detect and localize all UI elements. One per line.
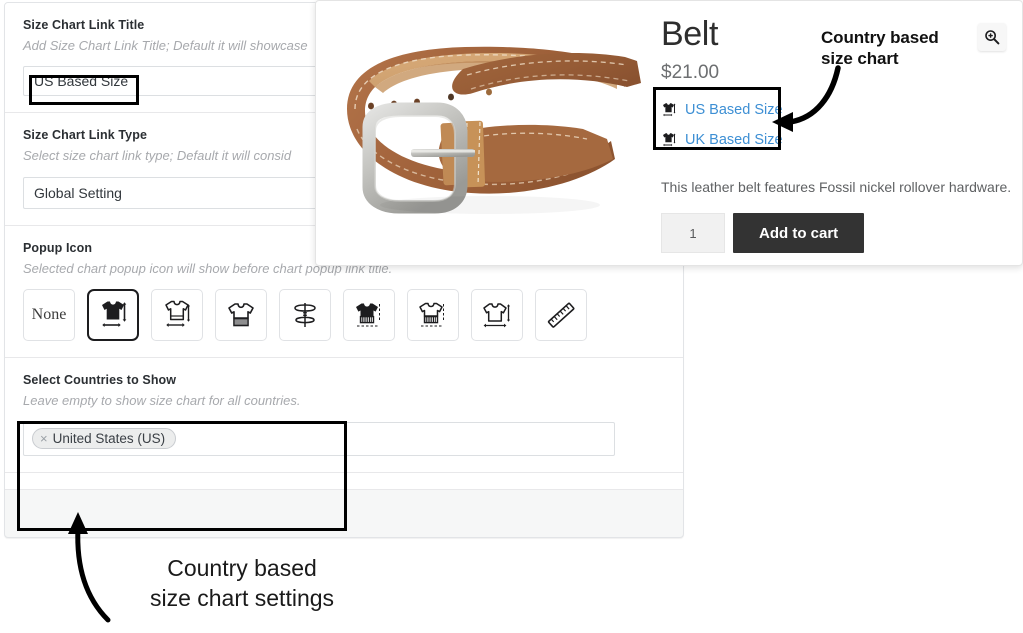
field-row-empty: [5, 472, 683, 490]
popup-icon-option-tshirt-filled-ruler[interactable]: [343, 289, 395, 342]
popup-icon-option-tshirt-tape[interactable]: [215, 289, 267, 342]
tshirt-arrows-icon: [483, 303, 511, 328]
measuring-tape-icon: [294, 303, 316, 328]
tshirt-outline-ruler-icon: [419, 303, 444, 327]
popup-icon-option-tshirt-filled-measure[interactable]: [87, 289, 139, 342]
product-description: This leather belt features Fossil nickel…: [661, 179, 1012, 195]
popup-icon-option-tshirt-arrows[interactable]: [471, 289, 523, 342]
popup-icon-option-tshirt-outline-ruler[interactable]: [407, 289, 459, 342]
purchase-row: 1 Add to cart: [661, 213, 1013, 254]
tshirt-filled-ruler-icon: [356, 303, 380, 327]
none-icon: None: [31, 306, 67, 324]
annotation-arrow-bottom: [75, 525, 111, 623]
size-chart-link-label[interactable]: US Based Size: [685, 102, 783, 118]
annotation-label-top: Country based size chart: [821, 28, 939, 69]
add-to-cart-button[interactable]: Add to cart: [733, 213, 865, 254]
size-chart-link-us[interactable]: US Based Size: [661, 95, 1013, 125]
annotation-top-line1: Country based: [821, 28, 939, 47]
popup-icon-picker: None: [23, 289, 665, 342]
quantity-input[interactable]: 1: [661, 213, 725, 254]
ruler-diagonal-icon: [547, 302, 575, 328]
product-image[interactable]: [325, 9, 645, 259]
close-icon[interactable]: ×: [40, 432, 48, 445]
tshirt-filled-measure-icon: [102, 301, 127, 328]
popup-icon-option-tshirt-outline-measure[interactable]: [151, 289, 203, 342]
annotation-label-bottom: Country based size chart settings: [128, 554, 356, 614]
popup-icon-option-measuring-tape[interactable]: [279, 289, 331, 342]
tshirt-tape-icon: [228, 303, 254, 327]
popup-icon-option-ruler-diagonal[interactable]: [535, 289, 587, 342]
belt-photo: [325, 9, 645, 259]
tshirt-measure-icon: [663, 103, 676, 117]
size-chart-link-uk[interactable]: UK Based Size: [661, 125, 1013, 155]
annotation-bottom-line2: size chart settings: [149, 584, 335, 611]
tshirt-outline-measure-icon: [165, 301, 191, 328]
tshirt-measure-icon: [663, 133, 676, 147]
countries-multiselect[interactable]: × United States (US): [23, 421, 615, 456]
size-chart-link-label[interactable]: UK Based Size: [685, 132, 783, 148]
field-label: Select Countries to Show: [23, 373, 177, 388]
country-chip[interactable]: × United States (US): [32, 428, 177, 450]
field-select-countries-to-show: Select Countries to Show Leave empty to …: [5, 358, 683, 473]
annotation-bottom-line1: Country based: [167, 555, 317, 581]
popup-icon-option-none[interactable]: None: [23, 289, 75, 342]
field-description: Leave empty to show size chart for all c…: [23, 393, 301, 409]
annotation-top-line2: size chart: [821, 48, 899, 68]
country-chip-label: United States (US): [52, 431, 166, 447]
size-chart-links: US Based Size UK Based Size: [661, 95, 1013, 155]
